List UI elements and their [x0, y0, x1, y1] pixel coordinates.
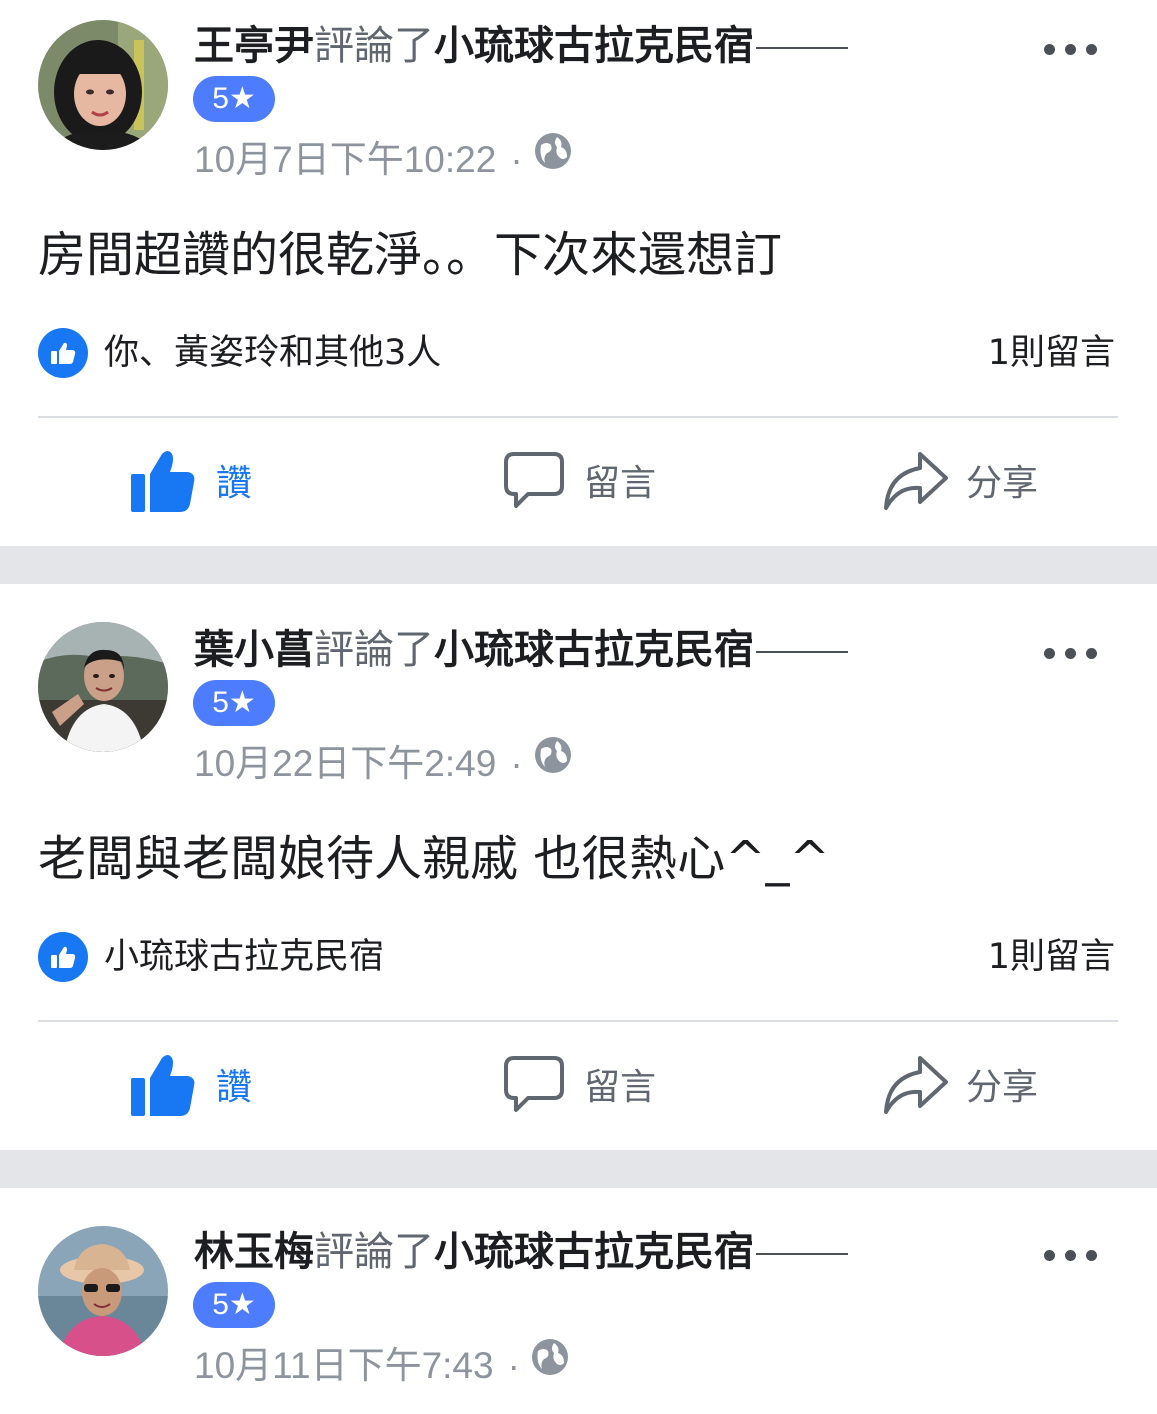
post-meta: 10月7日下午10:22 ·: [194, 131, 573, 186]
author-name[interactable]: 葉小菖: [194, 627, 314, 673]
author-name[interactable]: 王亭尹: [194, 23, 314, 69]
page-name[interactable]: 小琉球古拉克民宿: [434, 23, 754, 69]
avatar[interactable]: [38, 1226, 168, 1356]
like-label: 讚: [216, 1067, 253, 1108]
meta-separator: ·: [510, 139, 523, 180]
post-meta: 10月11日下午7:43 ·: [194, 1337, 570, 1392]
review-text: 老闆與老闆娘待人親戚 也很熱心^_^: [38, 831, 830, 887]
like-button[interactable]: 讚: [128, 444, 328, 524]
divider: [38, 1020, 1118, 1022]
post-timestamp[interactable]: 10月22日下午2:49: [194, 743, 496, 784]
thumbs-up-icon: [128, 444, 200, 520]
like-reaction-icon: [38, 932, 88, 982]
avatar[interactable]: [38, 20, 168, 150]
review-header: 林玉梅評論了小琉球古拉克民宿: [194, 1224, 848, 1280]
rating-badge: 5★: [193, 76, 275, 122]
reactions-summary[interactable]: 你、黃姿玲和其他3人: [104, 326, 441, 380]
share-label: 分享: [966, 1067, 1039, 1108]
like-button[interactable]: 讚: [128, 1048, 328, 1128]
post-timestamp[interactable]: 10月7日下午10:22: [194, 139, 496, 180]
trailing-rule: [756, 1253, 848, 1255]
review-post: 林玉梅評論了小琉球古拉克民宿 5★ 10月11日下午7:43 ·: [0, 1188, 1157, 1414]
meta-separator: ·: [510, 743, 523, 784]
author-name[interactable]: 林玉梅: [194, 1229, 314, 1275]
post-timestamp[interactable]: 10月11日下午7:43: [194, 1345, 494, 1386]
trailing-rule: [756, 651, 848, 653]
page-name[interactable]: 小琉球古拉克民宿: [434, 1229, 754, 1275]
review-post: 王亭尹評論了小琉球古拉克民宿 5★ 10月7日下午10:22 · 房間超讚的很乾淨…: [0, 0, 1157, 546]
comment-button[interactable]: 留言: [498, 1048, 718, 1128]
comment-bubble-icon: [498, 1048, 570, 1124]
comment-button[interactable]: 留言: [498, 444, 718, 524]
comment-label: 留言: [584, 463, 657, 504]
share-label: 分享: [966, 463, 1039, 504]
share-arrow-icon: [880, 1048, 952, 1124]
share-button[interactable]: 分享: [880, 1048, 1100, 1128]
post-meta: 10月22日下午2:49 ·: [194, 735, 573, 790]
review-action-text: 評論了: [314, 23, 434, 69]
review-action-text: 評論了: [314, 1229, 434, 1275]
review-action-text: 評論了: [314, 627, 434, 673]
like-label: 讚: [216, 463, 253, 504]
globe-icon: [530, 1337, 570, 1391]
more-options-icon[interactable]: [1040, 44, 1100, 56]
globe-icon: [533, 735, 573, 789]
divider: [38, 416, 1118, 418]
rating-badge: 5★: [193, 680, 275, 726]
reactions-summary[interactable]: 小琉球古拉克民宿: [104, 930, 384, 984]
review-header: 王亭尹評論了小琉球古拉克民宿: [194, 18, 848, 74]
post-separator: [0, 546, 1157, 584]
trailing-rule: [756, 47, 848, 49]
review-post: 葉小菖評論了小琉球古拉克民宿 5★ 10月22日下午2:49 · 老闆與老闆娘待人…: [0, 584, 1157, 1150]
rating-badge: 5★: [193, 1282, 275, 1328]
globe-icon: [533, 131, 573, 185]
comment-label: 留言: [584, 1067, 657, 1108]
like-reaction-icon: [38, 328, 88, 378]
review-text: 房間超讚的很乾淨。。下次來還想訂: [38, 227, 783, 283]
share-button[interactable]: 分享: [880, 444, 1100, 524]
share-arrow-icon: [880, 444, 952, 520]
page-name[interactable]: 小琉球古拉克民宿: [434, 627, 754, 673]
meta-separator: ·: [507, 1345, 520, 1386]
avatar[interactable]: [38, 622, 168, 752]
thumbs-up-icon: [128, 1048, 200, 1124]
comment-count[interactable]: 1則留言: [988, 326, 1115, 380]
more-options-icon[interactable]: [1040, 648, 1100, 660]
post-separator: [0, 1150, 1157, 1188]
more-options-icon[interactable]: [1040, 1250, 1100, 1262]
comment-count[interactable]: 1則留言: [988, 930, 1115, 984]
comment-bubble-icon: [498, 444, 570, 520]
review-header: 葉小菖評論了小琉球古拉克民宿: [194, 622, 848, 678]
